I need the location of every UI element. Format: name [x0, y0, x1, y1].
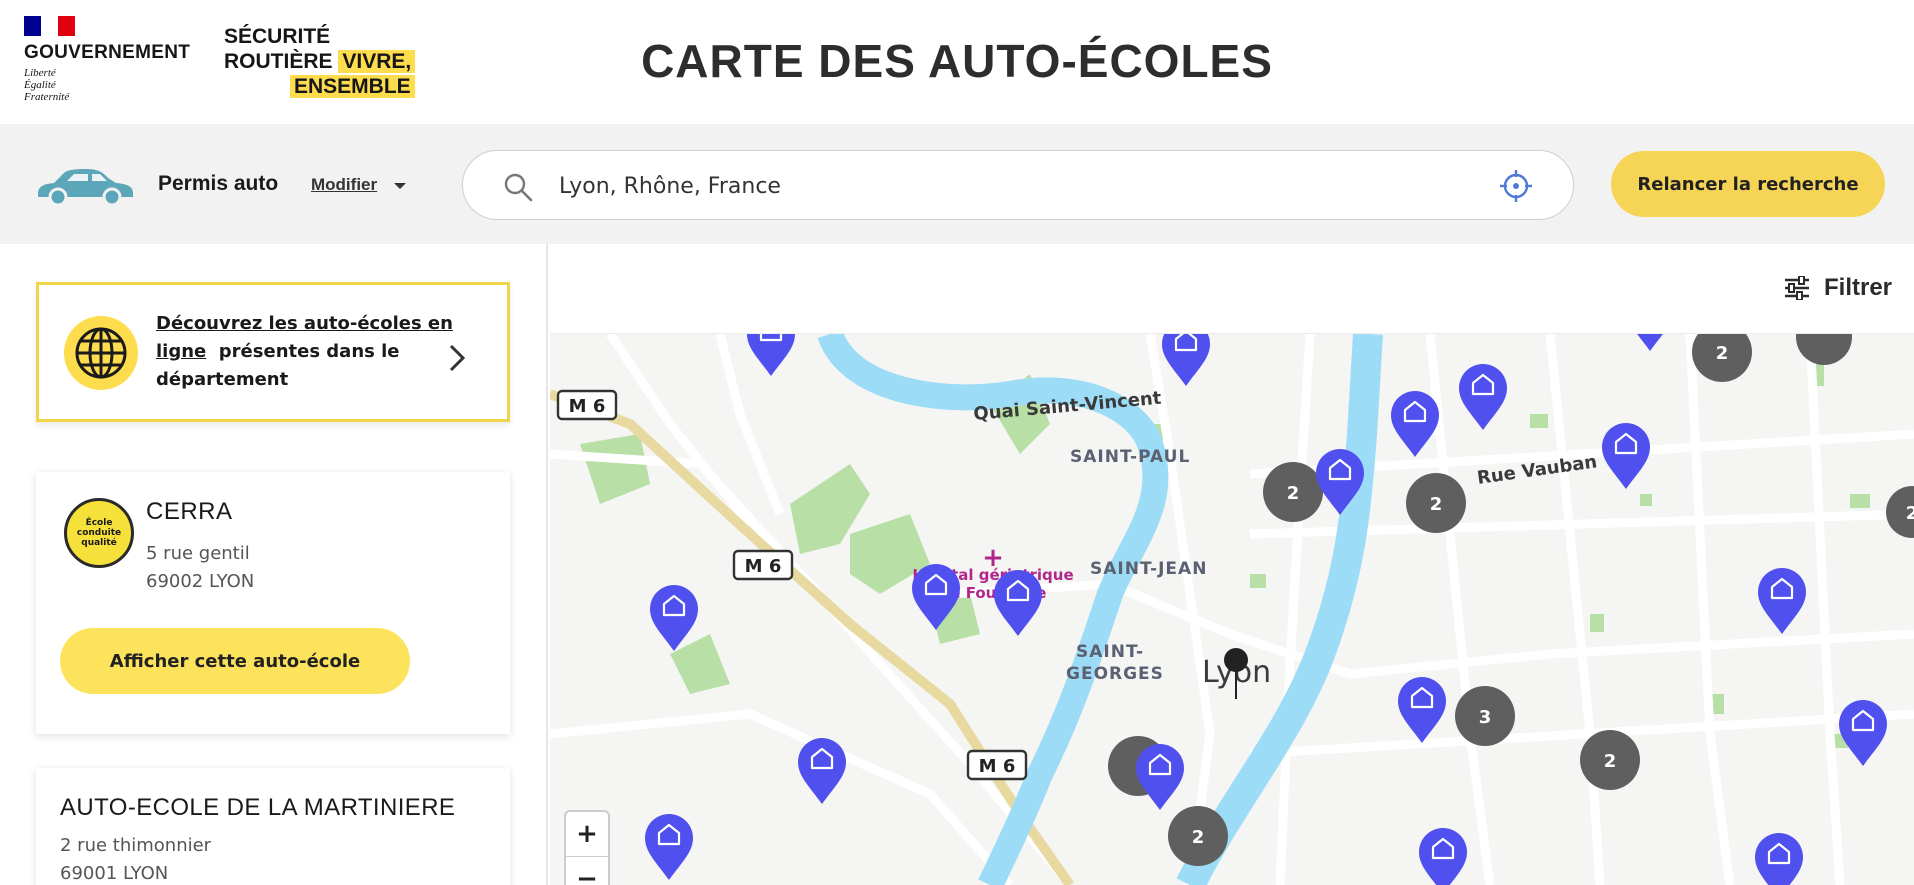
search-icon — [504, 173, 533, 202]
site-header: GOUVERNEMENT Liberté Égalité Fraternité … — [0, 0, 1914, 124]
school-card[interactable]: École conduite qualité CERRA 5 rue genti… — [36, 472, 510, 734]
svg-text:SAINT-: SAINT- — [1076, 642, 1144, 662]
search-bar: Permis auto Modifier Relancer la recherc… — [0, 124, 1914, 244]
svg-text:SAINT-JEAN: SAINT-JEAN — [1090, 559, 1207, 579]
map[interactable]: + M 6 M 6 M 6 Quai Saint-Vincent SAINT-P… — [550, 334, 1914, 885]
globe-icon — [64, 316, 138, 390]
school-address: 2 rue thimonnier 69001 LYON — [60, 835, 212, 884]
svg-text:M 6: M 6 — [569, 396, 606, 417]
svg-text:2: 2 — [1906, 503, 1914, 524]
page-title: CARTE DES AUTO-ÉCOLES — [641, 35, 1273, 87]
svg-text:2: 2 — [1604, 751, 1617, 772]
svg-text:2: 2 — [1192, 827, 1205, 848]
relancer-recherche-button[interactable]: Relancer la recherche — [1611, 151, 1885, 217]
filter-button[interactable]: Filtrer — [1784, 274, 1892, 302]
svg-text:GEORGES: GEORGES — [1066, 664, 1164, 684]
svg-text:2: 2 — [1716, 343, 1729, 364]
svg-text:3: 3 — [1479, 707, 1492, 728]
school-name: AUTO-ECOLE DE LA MARTINIERE — [60, 794, 456, 821]
sliders-icon — [1784, 276, 1809, 300]
car-icon — [38, 169, 133, 206]
river-rhone — [1176, 334, 1383, 885]
school-card[interactable]: AUTO-ECOLE DE LA MARTINIERE 2 rue thimon… — [36, 768, 510, 885]
modifier-link[interactable]: Modifier — [311, 175, 377, 195]
french-flag-icon — [24, 16, 76, 36]
search-box[interactable] — [462, 150, 1574, 220]
zoom-out-button[interactable]: − — [566, 856, 608, 885]
svg-text:2: 2 — [1430, 494, 1443, 515]
svg-text:SAINT-PAUL: SAINT-PAUL — [1070, 447, 1190, 467]
zoom-control: + − — [564, 810, 610, 885]
chevron-down-icon[interactable] — [394, 183, 406, 189]
geolocate-icon[interactable] — [1499, 169, 1533, 203]
quality-badge: École conduite qualité — [64, 498, 134, 568]
zoom-in-button[interactable]: + — [566, 812, 608, 856]
svg-text:M 6: M 6 — [745, 556, 782, 577]
promo-text[interactable]: Découvrez les auto-écoles en ligne prése… — [156, 310, 456, 394]
filter-bar: Filtrer — [550, 244, 1914, 334]
chevron-right-icon[interactable] — [447, 343, 467, 373]
svg-text:M 6: M 6 — [979, 756, 1016, 777]
search-input[interactable] — [559, 169, 1439, 203]
school-name: CERRA — [146, 498, 233, 525]
permis-label: Permis auto — [158, 172, 279, 195]
school-address: 5 rue gentil 69002 LYON — [146, 543, 255, 592]
svg-text:2: 2 — [1287, 483, 1300, 504]
show-school-button[interactable]: Afficher cette auto-école — [60, 628, 410, 694]
results-sidebar[interactable]: Découvrez les auto-écoles en ligne prése… — [0, 244, 548, 885]
online-schools-promo[interactable]: Découvrez les auto-écoles en ligne prése… — [36, 282, 510, 422]
map-canvas[interactable]: + M 6 M 6 M 6 Quai Saint-Vincent SAINT-P… — [550, 334, 1914, 885]
